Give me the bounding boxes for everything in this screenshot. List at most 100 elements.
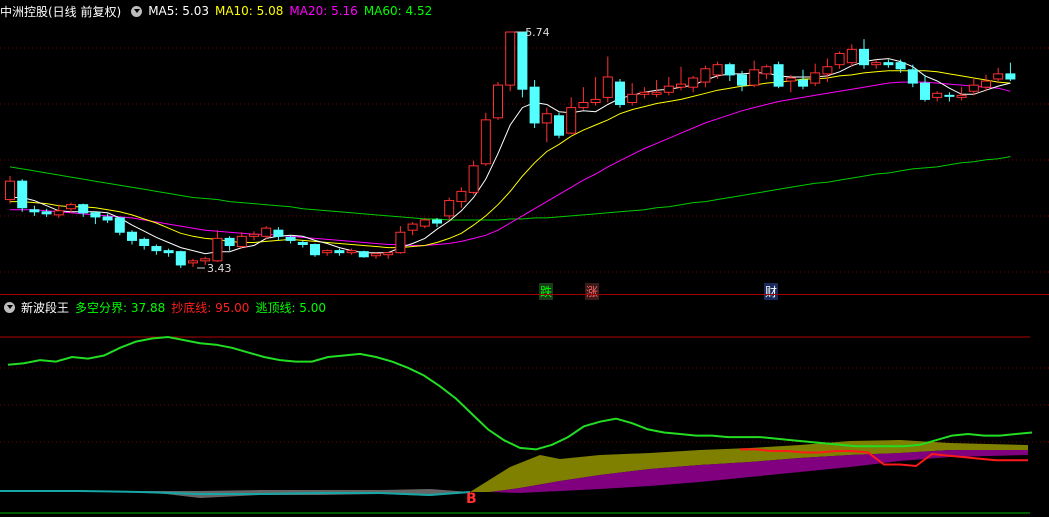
candle bbox=[639, 87, 650, 99]
candle-body bbox=[810, 72, 821, 84]
candle bbox=[883, 59, 894, 68]
price-header: 中洲控股(日线 前复权) MA5: 5.03 MA10: 5.08 MA20: … bbox=[0, 0, 1049, 22]
candle-body bbox=[90, 212, 101, 218]
candle bbox=[41, 208, 52, 217]
candle bbox=[53, 204, 64, 218]
candle-body bbox=[224, 237, 235, 247]
ma60-line bbox=[9, 156, 1011, 221]
ma5-label: MA5: 5.03 bbox=[148, 4, 209, 18]
price-panel[interactable]: 5.74 3.43 中洲控股(日线 前复权) MA5: 5.03 MA10: 5.… bbox=[0, 0, 1049, 300]
candle bbox=[188, 258, 198, 267]
indicator-header: 新波段王 多空分界: 37.88 抄底线: 95.00 逃顶线: 5.00 bbox=[0, 296, 1049, 318]
candle-body bbox=[310, 244, 320, 256]
candle-body bbox=[114, 217, 125, 233]
candle bbox=[493, 82, 503, 120]
candle-body bbox=[663, 85, 674, 93]
candle bbox=[749, 60, 760, 88]
candle-body bbox=[749, 69, 760, 86]
candle-body bbox=[639, 91, 650, 95]
candle bbox=[773, 61, 784, 89]
candle-body bbox=[968, 84, 979, 92]
candle bbox=[151, 244, 162, 255]
candle-body bbox=[676, 83, 686, 88]
taoding-label: 逃顶线: 5.00 bbox=[255, 300, 327, 315]
candle-body bbox=[41, 211, 52, 215]
candle-body bbox=[139, 238, 150, 247]
candle-body bbox=[615, 81, 625, 106]
candle bbox=[834, 51, 845, 69]
ma10-label: MA10: 5.08 bbox=[214, 4, 284, 18]
indicator-chart: B bbox=[0, 335, 1049, 514]
candle-body bbox=[541, 113, 552, 124]
candle bbox=[651, 80, 662, 98]
ma60-label: MA60: 4.52 bbox=[363, 4, 433, 18]
candle-body bbox=[785, 77, 796, 82]
candle-body bbox=[273, 229, 284, 237]
candle bbox=[688, 75, 699, 93]
candle-body bbox=[846, 48, 857, 64]
candle-body bbox=[236, 235, 247, 248]
candlestick-chart: 5.74 3.43 bbox=[0, 26, 1049, 275]
candle bbox=[127, 230, 137, 245]
candle bbox=[993, 67, 1004, 84]
candle bbox=[310, 243, 320, 257]
candle bbox=[663, 76, 674, 96]
candle bbox=[212, 230, 223, 262]
candle-body bbox=[66, 204, 76, 210]
candle-body bbox=[334, 250, 345, 254]
candle bbox=[944, 92, 955, 102]
chaodi-label: 抄底线: 95.00 bbox=[171, 300, 250, 315]
candle bbox=[5, 176, 15, 204]
candle-body bbox=[773, 64, 784, 87]
low-price-label: 3.43 bbox=[207, 262, 232, 275]
candle-body bbox=[151, 246, 162, 252]
candle bbox=[175, 250, 186, 268]
candle-body bbox=[993, 73, 1004, 80]
candle-body bbox=[444, 200, 455, 217]
candle-body bbox=[920, 82, 930, 100]
candle bbox=[810, 63, 821, 87]
candle bbox=[139, 237, 150, 250]
candle-body bbox=[871, 62, 882, 66]
candle bbox=[505, 31, 516, 92]
candle-body bbox=[200, 258, 211, 262]
candle-body bbox=[297, 241, 308, 246]
candle bbox=[273, 227, 284, 241]
candle-body bbox=[249, 233, 259, 237]
candle bbox=[29, 205, 40, 216]
indicator-title: 新波段王 bbox=[21, 300, 70, 315]
candle-body bbox=[554, 115, 564, 136]
candle bbox=[114, 216, 125, 236]
candle bbox=[90, 211, 101, 225]
candle-body bbox=[517, 31, 528, 90]
candle-body bbox=[932, 92, 943, 98]
candle bbox=[541, 107, 552, 143]
candle-body bbox=[956, 94, 967, 98]
candle-body bbox=[285, 236, 296, 241]
duokong-line bbox=[7, 335, 1033, 451]
candle-body bbox=[761, 66, 772, 75]
candle-body bbox=[78, 204, 89, 214]
candle bbox=[456, 187, 467, 208]
candle bbox=[578, 87, 589, 110]
candle-body bbox=[712, 64, 723, 76]
candle-body bbox=[907, 69, 918, 84]
candle bbox=[785, 74, 796, 93]
candle-body bbox=[700, 68, 711, 83]
candle-body bbox=[505, 31, 516, 86]
candle bbox=[590, 76, 601, 106]
candle-body bbox=[102, 216, 113, 221]
candle-body bbox=[834, 52, 845, 66]
candle-body bbox=[822, 66, 833, 75]
dropdown-icon[interactable] bbox=[4, 301, 15, 313]
ma20-line bbox=[10, 81, 1011, 246]
candle bbox=[920, 74, 930, 102]
dropdown-icon[interactable] bbox=[131, 5, 143, 17]
candle bbox=[78, 203, 89, 217]
stock-title: 中洲控股(日线 前复权) bbox=[0, 4, 122, 19]
candle bbox=[236, 232, 247, 249]
candle bbox=[627, 83, 638, 106]
candle-body bbox=[1005, 73, 1016, 80]
candle-body bbox=[859, 48, 869, 66]
indicator-panel[interactable]: B 新波段王 多空分界: 37.88 抄底线: 95.00 逃顶线: 5.00 bbox=[0, 295, 1049, 517]
